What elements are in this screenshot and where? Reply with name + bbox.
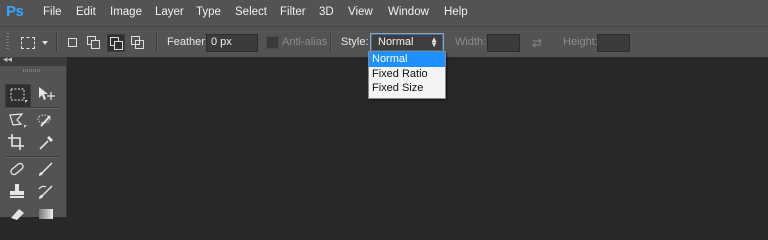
menu-select[interactable]: Select bbox=[235, 6, 267, 18]
marquee-icon bbox=[10, 88, 28, 103]
style-label: Style: bbox=[341, 36, 369, 48]
menu-layer[interactable]: Layer bbox=[155, 6, 184, 18]
height-label: Height: bbox=[563, 36, 598, 48]
lasso-tool[interactable] bbox=[5, 110, 29, 132]
feather-value: 0 px bbox=[211, 36, 232, 48]
style-option-normal[interactable]: Normal bbox=[369, 52, 445, 67]
crop-icon bbox=[8, 134, 24, 150]
new-selection-button[interactable] bbox=[64, 34, 80, 50]
width-label: Width: bbox=[455, 36, 487, 48]
menu-image[interactable]: Image bbox=[110, 6, 142, 18]
history-brush-icon bbox=[38, 185, 53, 199]
feather-input[interactable]: 0 px bbox=[206, 34, 258, 52]
subtract-selection-icon-front bbox=[114, 41, 123, 50]
swap-arrows-icon[interactable]: ⇄ bbox=[532, 36, 542, 50]
tools-panel: ◂◂ bbox=[0, 54, 67, 220]
history-brush-tool[interactable] bbox=[34, 181, 58, 203]
rectangular-marquee-icon bbox=[21, 37, 35, 49]
divider bbox=[6, 156, 60, 158]
tool-preset-picker[interactable] bbox=[18, 34, 38, 50]
intersect-with-selection-button[interactable] bbox=[129, 34, 145, 50]
polygonal-lasso-icon bbox=[9, 113, 27, 128]
menu-edit[interactable]: Edit bbox=[76, 6, 96, 18]
photoshop-logo: Ps bbox=[6, 3, 24, 20]
intersect-selection-icon-front bbox=[135, 40, 144, 49]
options-bar-grip[interactable] bbox=[6, 33, 9, 51]
style-select[interactable]: Normal ▲ ▼ bbox=[370, 33, 444, 52]
brush-tool[interactable] bbox=[34, 159, 58, 181]
menu-view[interactable]: View bbox=[348, 6, 373, 18]
updown-arrows-icon: ▲ ▼ bbox=[430, 35, 438, 49]
menu-window[interactable]: Window bbox=[388, 6, 429, 18]
tools-panel-grip[interactable] bbox=[23, 69, 41, 72]
menu-type[interactable]: Type bbox=[196, 6, 221, 18]
gradient-icon bbox=[39, 209, 53, 219]
menu-help[interactable]: Help bbox=[444, 6, 468, 18]
style-option-fixed-size[interactable]: Fixed Size bbox=[369, 81, 445, 96]
eraser-icon bbox=[11, 209, 24, 220]
collapse-arrows-icon[interactable]: ◂◂ bbox=[3, 54, 12, 65]
tools-panel-header: ◂◂ bbox=[0, 54, 66, 66]
add-selection-icon-front bbox=[91, 40, 100, 49]
brush-icon bbox=[39, 162, 53, 176]
divider bbox=[56, 32, 58, 52]
menu-3d[interactable]: 3D bbox=[319, 6, 334, 18]
divider bbox=[156, 32, 158, 52]
divider bbox=[6, 107, 60, 109]
feather-label: Feather: bbox=[167, 36, 208, 48]
eyedropper-tool[interactable] bbox=[34, 132, 58, 154]
move-tool[interactable] bbox=[34, 84, 58, 106]
menu-filter[interactable]: Filter bbox=[280, 6, 306, 18]
antialias-checkbox[interactable] bbox=[266, 36, 279, 49]
spot-healing-brush-tool[interactable] bbox=[5, 159, 29, 181]
crop-tool[interactable] bbox=[5, 132, 29, 154]
menu-file[interactable]: File bbox=[43, 6, 62, 18]
subtract-from-selection-button[interactable] bbox=[107, 34, 125, 52]
chevron-down-icon[interactable] bbox=[42, 41, 48, 45]
quick-selection-tool[interactable] bbox=[34, 110, 58, 132]
stamp-icon bbox=[10, 184, 24, 198]
quick-selection-icon bbox=[37, 114, 51, 127]
eraser-tool[interactable] bbox=[5, 203, 29, 225]
bandage-icon bbox=[10, 162, 24, 176]
antialias-label: Anti-alias bbox=[282, 36, 328, 48]
style-dropdown-list: Normal Fixed Ratio Fixed Size bbox=[368, 51, 446, 99]
menu-bar: Ps File Edit Image Layer Type Select Fil… bbox=[0, 0, 768, 26]
add-to-selection-button[interactable] bbox=[85, 34, 101, 50]
clone-stamp-tool[interactable] bbox=[5, 181, 29, 203]
divider bbox=[330, 32, 332, 52]
move-icon bbox=[39, 87, 55, 100]
gradient-tool[interactable] bbox=[34, 203, 58, 225]
height-input[interactable] bbox=[597, 34, 630, 52]
style-select-value: Normal bbox=[378, 36, 414, 48]
new-selection-icon bbox=[68, 38, 77, 47]
style-option-fixed-ratio[interactable]: Fixed Ratio bbox=[369, 67, 445, 82]
rectangular-marquee-tool[interactable] bbox=[5, 84, 31, 108]
eyedropper-icon bbox=[39, 136, 53, 150]
width-input[interactable] bbox=[487, 34, 520, 52]
